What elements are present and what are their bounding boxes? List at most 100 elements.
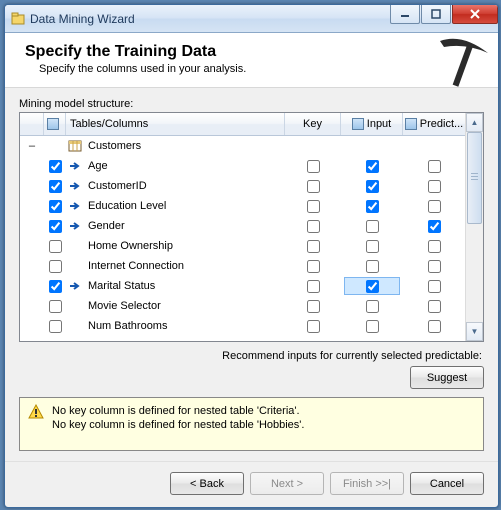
grid-header: Tables/Columns Key Input Predict... bbox=[20, 113, 465, 136]
finish-button[interactable]: Finish >>| bbox=[330, 472, 404, 495]
row-select-checkbox[interactable] bbox=[49, 220, 62, 233]
pickaxe-icon bbox=[430, 35, 492, 93]
maximize-button[interactable] bbox=[421, 5, 451, 24]
title-bar: Data Mining Wizard bbox=[5, 5, 498, 33]
vertical-scrollbar[interactable]: ▲ ▼ bbox=[465, 113, 483, 341]
next-button[interactable]: Next > bbox=[250, 472, 324, 495]
recommend-label: Recommend inputs for currently selected … bbox=[19, 350, 482, 362]
table-icon bbox=[68, 139, 82, 153]
key-cell bbox=[285, 156, 341, 176]
table-row[interactable]: Movie Selector bbox=[20, 296, 465, 316]
key-cell bbox=[285, 236, 341, 256]
key-cell bbox=[285, 216, 341, 236]
table-row-root[interactable]: − Customers bbox=[20, 136, 465, 156]
table-row[interactable]: CustomerID bbox=[20, 176, 465, 196]
warning-icon bbox=[28, 404, 44, 420]
row-select-checkbox[interactable] bbox=[49, 180, 62, 193]
scroll-thumb[interactable] bbox=[467, 132, 482, 224]
input-cell bbox=[341, 156, 403, 176]
cancel-button[interactable]: Cancel bbox=[410, 472, 484, 495]
row-label: Home Ownership bbox=[88, 240, 173, 252]
row-label: CustomerID bbox=[88, 180, 147, 192]
header-key[interactable]: Key bbox=[285, 113, 341, 135]
wizard-window: Data Mining Wizard Specify the Training … bbox=[4, 4, 499, 508]
input-checkbox[interactable] bbox=[366, 200, 379, 213]
page-subtitle: Specify the columns used in your analysi… bbox=[39, 63, 484, 75]
table-row[interactable]: Marital Status bbox=[20, 276, 465, 296]
row-label: Age bbox=[88, 160, 108, 172]
row-label: Customers bbox=[88, 140, 141, 152]
wizard-footer: < Back Next > Finish >>| Cancel bbox=[5, 461, 498, 507]
input-checkbox[interactable] bbox=[366, 220, 379, 233]
row-label: Num Bathrooms bbox=[88, 320, 167, 332]
table-row[interactable]: Age bbox=[20, 156, 465, 176]
table-row[interactable]: Home Ownership bbox=[20, 236, 465, 256]
mining-structure-grid: Tables/Columns Key Input Predict... − Cus… bbox=[19, 112, 484, 342]
row-select-checkbox[interactable] bbox=[49, 260, 62, 273]
row-label: Marital Status bbox=[88, 280, 155, 292]
input-checkbox[interactable] bbox=[366, 300, 379, 313]
input-cell bbox=[341, 296, 403, 316]
row-select-checkbox[interactable] bbox=[49, 300, 62, 313]
predict-cell bbox=[403, 276, 465, 296]
column-arrow-icon bbox=[68, 219, 82, 233]
input-cell bbox=[341, 196, 403, 216]
key-cell bbox=[285, 276, 341, 296]
table-row[interactable]: Internet Connection bbox=[20, 256, 465, 276]
minimize-button[interactable] bbox=[390, 5, 420, 24]
row-select-checkbox[interactable] bbox=[49, 280, 62, 293]
row-select-checkbox[interactable] bbox=[49, 320, 62, 333]
warning-text: No key column is defined for nested tabl… bbox=[52, 404, 304, 432]
key-cell bbox=[285, 196, 341, 216]
predict-cell bbox=[403, 296, 465, 316]
input-cell bbox=[341, 276, 403, 296]
column-arrow-icon bbox=[68, 179, 82, 193]
window-title: Data Mining Wizard bbox=[30, 12, 389, 26]
grid-label: Mining model structure: bbox=[19, 98, 484, 110]
input-checkbox[interactable] bbox=[366, 180, 379, 193]
close-button[interactable] bbox=[452, 5, 498, 24]
app-icon bbox=[11, 12, 25, 26]
row-label: Gender bbox=[88, 220, 125, 232]
column-arrow-icon bbox=[68, 279, 82, 293]
row-select-checkbox[interactable] bbox=[49, 240, 62, 253]
input-checkbox[interactable] bbox=[366, 240, 379, 253]
predict-cell bbox=[403, 316, 465, 336]
input-checkbox[interactable] bbox=[366, 160, 379, 173]
predict-cell bbox=[403, 196, 465, 216]
row-label: Education Level bbox=[88, 200, 166, 212]
key-cell bbox=[285, 316, 341, 336]
back-button[interactable]: < Back bbox=[170, 472, 244, 495]
header-input[interactable]: Input bbox=[341, 113, 403, 135]
input-checkbox[interactable] bbox=[366, 260, 379, 273]
predict-cell bbox=[403, 236, 465, 256]
row-label: Movie Selector bbox=[88, 300, 161, 312]
table-row[interactable]: Num Bathrooms bbox=[20, 316, 465, 336]
column-arrow-icon bbox=[68, 159, 82, 173]
scroll-up-button[interactable]: ▲ bbox=[466, 113, 483, 132]
row-select-checkbox[interactable] bbox=[49, 160, 62, 173]
row-select-checkbox[interactable] bbox=[49, 200, 62, 213]
input-cell bbox=[341, 316, 403, 336]
header-predict[interactable]: Predict... bbox=[403, 113, 465, 135]
header-select-all[interactable] bbox=[44, 113, 66, 135]
key-cell bbox=[285, 296, 341, 316]
key-cell bbox=[285, 176, 341, 196]
table-row[interactable]: Education Level bbox=[20, 196, 465, 216]
input-checkbox[interactable] bbox=[366, 280, 379, 293]
table-row[interactable]: Gender bbox=[20, 216, 465, 236]
suggest-button[interactable]: Suggest bbox=[410, 366, 484, 389]
predict-cell bbox=[403, 256, 465, 276]
input-cell bbox=[341, 236, 403, 256]
row-label: Internet Connection bbox=[88, 260, 184, 272]
column-arrow-icon bbox=[68, 199, 82, 213]
scroll-down-button[interactable]: ▼ bbox=[466, 322, 483, 341]
input-cell bbox=[341, 176, 403, 196]
page-title: Specify the Training Data bbox=[25, 43, 484, 61]
predict-cell bbox=[403, 216, 465, 236]
wizard-header: Specify the Training Data Specify the co… bbox=[5, 33, 498, 88]
header-tables-columns[interactable]: Tables/Columns bbox=[66, 113, 285, 135]
expander[interactable]: − bbox=[20, 136, 44, 156]
predict-cell bbox=[403, 176, 465, 196]
input-checkbox[interactable] bbox=[366, 320, 379, 333]
